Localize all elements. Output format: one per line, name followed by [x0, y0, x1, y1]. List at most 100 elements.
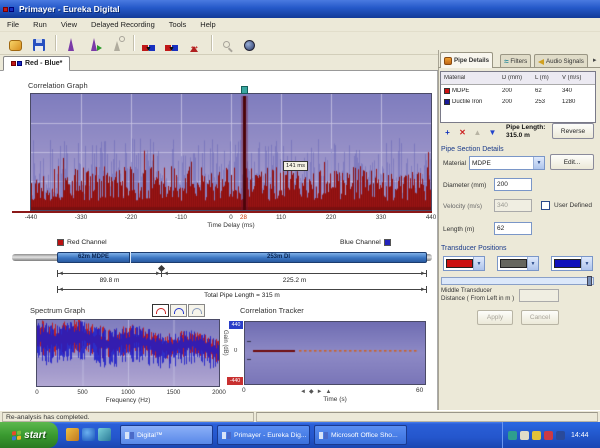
cell-v: 1280 [559, 99, 593, 105]
delete-pipe-section-button[interactable]: ✕ [456, 126, 469, 139]
blue-transducer-swatch [554, 259, 581, 268]
show-blue-spectrum-button[interactable] [170, 304, 187, 317]
taskbar-task[interactable]: Primayer - Eureka Dig... [217, 425, 310, 445]
tracker-x-max-label: 60 [416, 387, 423, 394]
tray-icon[interactable] [556, 431, 565, 440]
tracker-marker-button[interactable]: ◆ [309, 388, 314, 396]
menu-run[interactable]: Run [26, 19, 54, 30]
show-red-spectrum-button[interactable] [152, 304, 169, 317]
total-pipe-length-label: Total Pipe Length = 315 m [57, 292, 427, 299]
dimension-line-total: ◄► [57, 289, 427, 290]
tab-filters[interactable]: ≈ Filters [500, 54, 531, 68]
pipe-section-details-title: Pipe Section Details [441, 146, 504, 153]
status-bar: Re-analysis has completed. [0, 410, 600, 422]
globe-icon[interactable] [239, 34, 260, 53]
red-blue-down-icon[interactable]: ▼ [138, 34, 159, 53]
menu-delayed-recording[interactable]: Delayed Recording [84, 19, 162, 30]
tray-icon[interactable] [532, 431, 541, 440]
title-bar[interactable]: Primayer - Eureka Digital [0, 0, 600, 18]
spectrum-x-tick: 0 [24, 389, 50, 396]
quick-launch-icon-1[interactable] [66, 428, 79, 441]
taskbar-task[interactable]: Digital™ [120, 425, 213, 445]
show-both-spectrum-button[interactable] [188, 304, 205, 317]
user-defined-checkbox[interactable] [541, 201, 550, 210]
velocity-label: Velocity (m/s) [443, 203, 482, 210]
blue-red-down-icon[interactable]: ▼ [161, 34, 182, 53]
spectrum-channel-toggles [152, 304, 206, 317]
correlation-x-axis [12, 211, 432, 213]
middle-transducer-combobox[interactable]: ▼ [497, 256, 539, 271]
spectrum-plot[interactable] [36, 319, 220, 387]
correlation-x-tick: -110 [168, 214, 194, 221]
tracker-play-button[interactable]: ► [317, 388, 323, 396]
start-button[interactable]: start [0, 422, 58, 448]
spectrum-x-ticks: 0500100015002000 [0, 389, 240, 397]
material-name: MDPE [452, 88, 469, 94]
tracker-plot[interactable] [244, 321, 426, 385]
blue-transducer-combobox[interactable]: ▼ [551, 256, 593, 271]
velocity-field [494, 199, 532, 212]
start-label: start [24, 430, 46, 441]
correlation-cursor-handle[interactable] [241, 86, 248, 94]
length-field[interactable] [494, 222, 532, 235]
cancel-button[interactable]: Cancel [521, 310, 559, 325]
slider-handle[interactable] [587, 276, 592, 286]
tray-icon[interactable] [520, 431, 529, 440]
internet-explorer-icon[interactable] [82, 428, 95, 441]
tracker-zoom-button[interactable]: ▲ [326, 388, 332, 396]
menu-help[interactable]: Help [193, 19, 222, 30]
peak-arrow-icon[interactable] [83, 34, 104, 53]
tab-pipe-details[interactable]: Pipe Details [440, 52, 493, 68]
tab-red-blue[interactable]: Red - Blue* [3, 56, 70, 71]
tab-audio-signals[interactable]: Audio Signals [534, 54, 588, 68]
material-table[interactable]: MaterialD (mm)L (m)V (m/s) MDPE20062340D… [440, 71, 596, 123]
tracker-y-zero-label: 0 [234, 348, 237, 354]
blue-wave-icon [174, 308, 184, 314]
menu-file[interactable]: File [0, 19, 26, 30]
cursor-value-label: 28 [240, 214, 247, 221]
material-combobox[interactable]: MDPE ▼ [469, 156, 545, 170]
red-transducer-combobox[interactable]: ▼ [443, 256, 485, 271]
edit-material-button[interactable]: Edit... [550, 154, 594, 170]
taskbar-task[interactable]: Microsoft Office Sho... [314, 425, 407, 445]
peak-icon[interactable] [60, 34, 81, 53]
cell-d: 200 [499, 99, 532, 105]
move-section-up-button[interactable]: ▲ [471, 126, 484, 139]
red-transducer-swatch [446, 259, 473, 268]
menu-tools[interactable]: Tools [162, 19, 194, 30]
window-title: Primayer - Eureka Digital [19, 4, 120, 14]
transducer-positions-title: Transducer Positions [441, 245, 507, 252]
middle-transducer-distance-field [519, 289, 559, 302]
apply-button[interactable]: Apply [477, 310, 513, 325]
diameter-label: Diameter (mm) [443, 182, 486, 189]
spectrum-x-tick: 1000 [115, 389, 141, 396]
tray-icon[interactable] [544, 431, 553, 440]
move-section-down-button[interactable]: ▼ [486, 126, 499, 139]
add-pipe-section-button[interactable]: + [441, 126, 454, 139]
blue-channel-icon [384, 239, 391, 246]
resample-icon[interactable]: ↔ [184, 34, 205, 53]
menu-view[interactable]: View [54, 19, 84, 30]
tray-icon[interactable] [508, 431, 517, 440]
reverse-button[interactable]: Reverse [552, 123, 594, 139]
correlation-canvas [31, 94, 431, 210]
dimension-right-value: 225.2 m [162, 277, 427, 284]
save-icon[interactable] [28, 34, 49, 53]
zoom-peak-icon[interactable] [106, 34, 127, 53]
correlation-plot[interactable] [30, 93, 432, 211]
pipe-details-icon [444, 57, 452, 65]
table-row[interactable]: MDPE20062340 [441, 85, 595, 96]
tracker-controls: ◄ ◆ ► ▲ [300, 388, 331, 396]
table-row[interactable]: Ductile Iron2002531280 [441, 96, 595, 107]
tab-audio-signals-label: Audio Signals [546, 58, 584, 65]
wizard-icon[interactable] [5, 34, 26, 53]
zoom-icon[interactable] [216, 34, 237, 53]
pipe-length-value: 315.0 m [506, 132, 530, 139]
transducer-position-slider[interactable] [441, 277, 594, 285]
user-defined-label: User Defined [554, 202, 592, 209]
tab-scroll-right-button[interactable]: ▸ [593, 56, 597, 64]
diameter-field[interactable] [494, 178, 532, 191]
tracker-y-min-label: -440 [227, 377, 243, 385]
quick-launch-icon-3[interactable] [98, 428, 111, 441]
tracker-pan-left-button[interactable]: ◄ [300, 388, 306, 396]
